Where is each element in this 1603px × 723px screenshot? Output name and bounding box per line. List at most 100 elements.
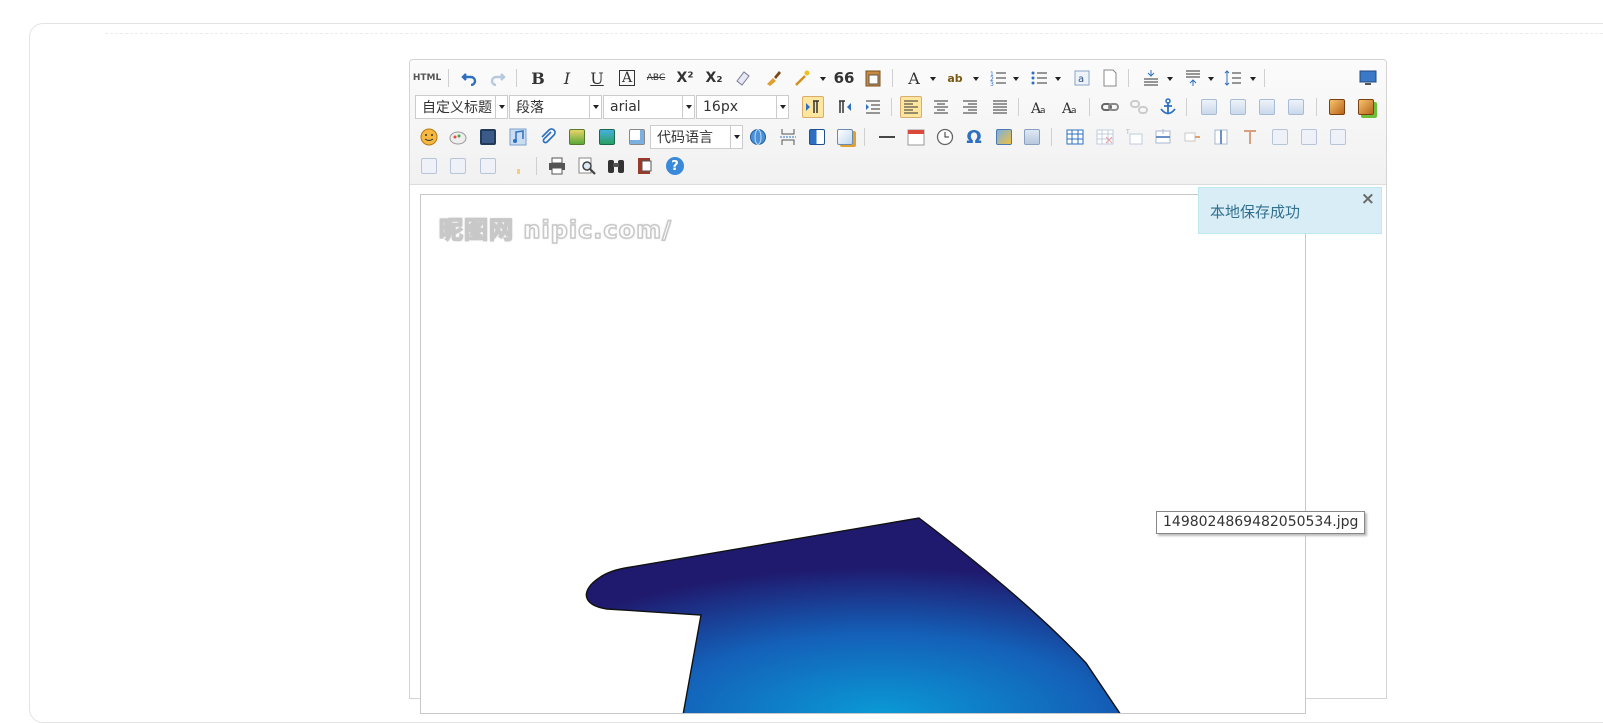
backcolor-dropdown-icon[interactable] [973,77,979,81]
formatmatch-button[interactable] [762,67,784,89]
charts-button[interactable] [506,155,528,177]
blockquote-button[interactable]: 66 [833,67,855,89]
splittocols-button[interactable] [477,155,499,177]
forecolor-button[interactable]: A [903,67,925,89]
deleterow-button[interactable] [1181,126,1203,148]
inserttable-button[interactable] [1064,126,1086,148]
strikethrough-button[interactable]: ABC [645,67,667,89]
insertframe-button[interactable] [626,126,648,148]
autotypeset-dropdown-icon[interactable] [820,77,826,81]
print-button[interactable] [546,155,568,177]
forecolor-dropdown-icon[interactable] [930,77,936,81]
scrawl-button[interactable] [447,126,469,148]
template-button[interactable] [806,126,828,148]
deletecol-button[interactable] [1239,126,1261,148]
searchreplace-button[interactable] [605,155,627,177]
rowspacingtop-button[interactable] [1140,67,1162,89]
autotypeset-button[interactable] [791,67,813,89]
insertparagraph-before-table-button[interactable]: T [1123,126,1145,148]
indent-button[interactable] [862,96,884,118]
rowspacingtop-dropdown-icon[interactable] [1167,77,1173,81]
splittocells-button[interactable] [418,155,440,177]
newpage-button[interactable] [1099,67,1121,89]
redo-button[interactable] [487,67,509,89]
attachment-button[interactable] [537,126,559,148]
source-html-button[interactable]: HTML [413,67,441,89]
code-language-select[interactable]: 代码语言 [650,125,743,149]
webapp-button[interactable] [747,126,769,148]
wordimage-button[interactable] [1021,126,1043,148]
gmap-button[interactable] [596,126,618,148]
ordered-list-dropdown-icon[interactable] [1013,77,1019,81]
horizontal-rule-button[interactable] [876,126,898,148]
mergecells-button[interactable] [1269,126,1291,148]
anchor-button[interactable] [1157,96,1179,118]
tolowercase-button[interactable]: Aa [1059,96,1081,118]
image-left-button[interactable] [1227,96,1249,118]
backcolor-button[interactable]: ab [944,67,966,89]
deletetable-button[interactable] [1094,126,1116,148]
editor-content-area[interactable]: 昵图网 nipic.com/ [420,194,1306,714]
simpleupload-button[interactable] [1326,96,1348,118]
music-button[interactable] [507,126,529,148]
font-family-select[interactable]: arial [603,95,695,119]
map-button[interactable] [566,126,588,148]
subscript-button[interactable]: X₂ [703,67,725,89]
superscript-button[interactable]: X² [674,67,696,89]
image-none-button[interactable] [1198,96,1220,118]
insert-image-gallery-button[interactable] [993,126,1015,148]
toolbar-row-2: 自定义标题 段落 arial 16px Aa Aa [410,92,1386,120]
fontborder-button[interactable]: A [616,67,638,89]
preview-button[interactable] [576,155,598,177]
align-center-button[interactable] [930,96,952,118]
rowspacingbottom-button[interactable] [1182,67,1204,89]
separator [1264,69,1265,87]
unordered-list-dropdown-icon[interactable] [1055,77,1061,81]
rtl-direction-button[interactable] [833,96,855,118]
date-button[interactable] [905,126,927,148]
graduation-cap-image[interactable] [421,195,1306,714]
ordered-list-button[interactable]: 123 [987,67,1009,89]
time-button[interactable] [934,126,956,148]
bold-button[interactable]: B [527,67,549,89]
close-icon[interactable]: × [1361,189,1375,209]
paragraph-select[interactable]: 段落 [509,95,602,119]
removeformat-button[interactable] [732,67,754,89]
insertcode-button[interactable]: a [1071,67,1093,89]
align-justify-button[interactable] [989,96,1011,118]
lineheight-button[interactable] [1222,67,1244,89]
undo-button[interactable] [458,67,480,89]
ltr-direction-button[interactable] [802,96,824,118]
insertrow-button[interactable] [1152,126,1174,148]
pagebreak-button[interactable] [777,126,799,148]
rowspacingbottom-dropdown-icon[interactable] [1208,77,1214,81]
fullscreen-button[interactable] [1357,67,1379,89]
drafts-button[interactable] [634,155,656,177]
emotion-button[interactable] [418,126,440,148]
unordered-list-icon [1031,71,1047,85]
italic-button[interactable]: I [556,67,578,89]
mergedown-button[interactable] [1327,126,1349,148]
touppercase-button[interactable]: Aa [1028,96,1050,118]
align-right-button[interactable] [959,96,981,118]
font-size-select[interactable]: 16px [696,95,789,119]
splittorows-button[interactable] [447,155,469,177]
unordered-list-button[interactable] [1028,67,1050,89]
custom-style-select[interactable]: 自定义标题 [415,95,508,119]
unlink-button[interactable] [1128,96,1150,118]
insertvideo-button[interactable] [477,126,499,148]
pasteplain-button[interactable] [862,67,884,89]
align-left-button[interactable] [900,96,922,118]
special-chars-button[interactable]: Ω [963,126,985,148]
link-button[interactable] [1099,96,1121,118]
lineheight-dropdown-icon[interactable] [1250,77,1256,81]
underline-button[interactable]: U [586,67,608,89]
insertcol-button[interactable] [1210,126,1232,148]
insertimage-button[interactable] [1355,96,1377,118]
background-button[interactable] [834,126,856,148]
image-right-button[interactable] [1256,96,1278,118]
mergeright-button[interactable] [1298,126,1320,148]
split-cells-icon [421,158,437,174]
help-button[interactable]: ? [664,155,686,177]
image-center-button[interactable] [1285,96,1307,118]
